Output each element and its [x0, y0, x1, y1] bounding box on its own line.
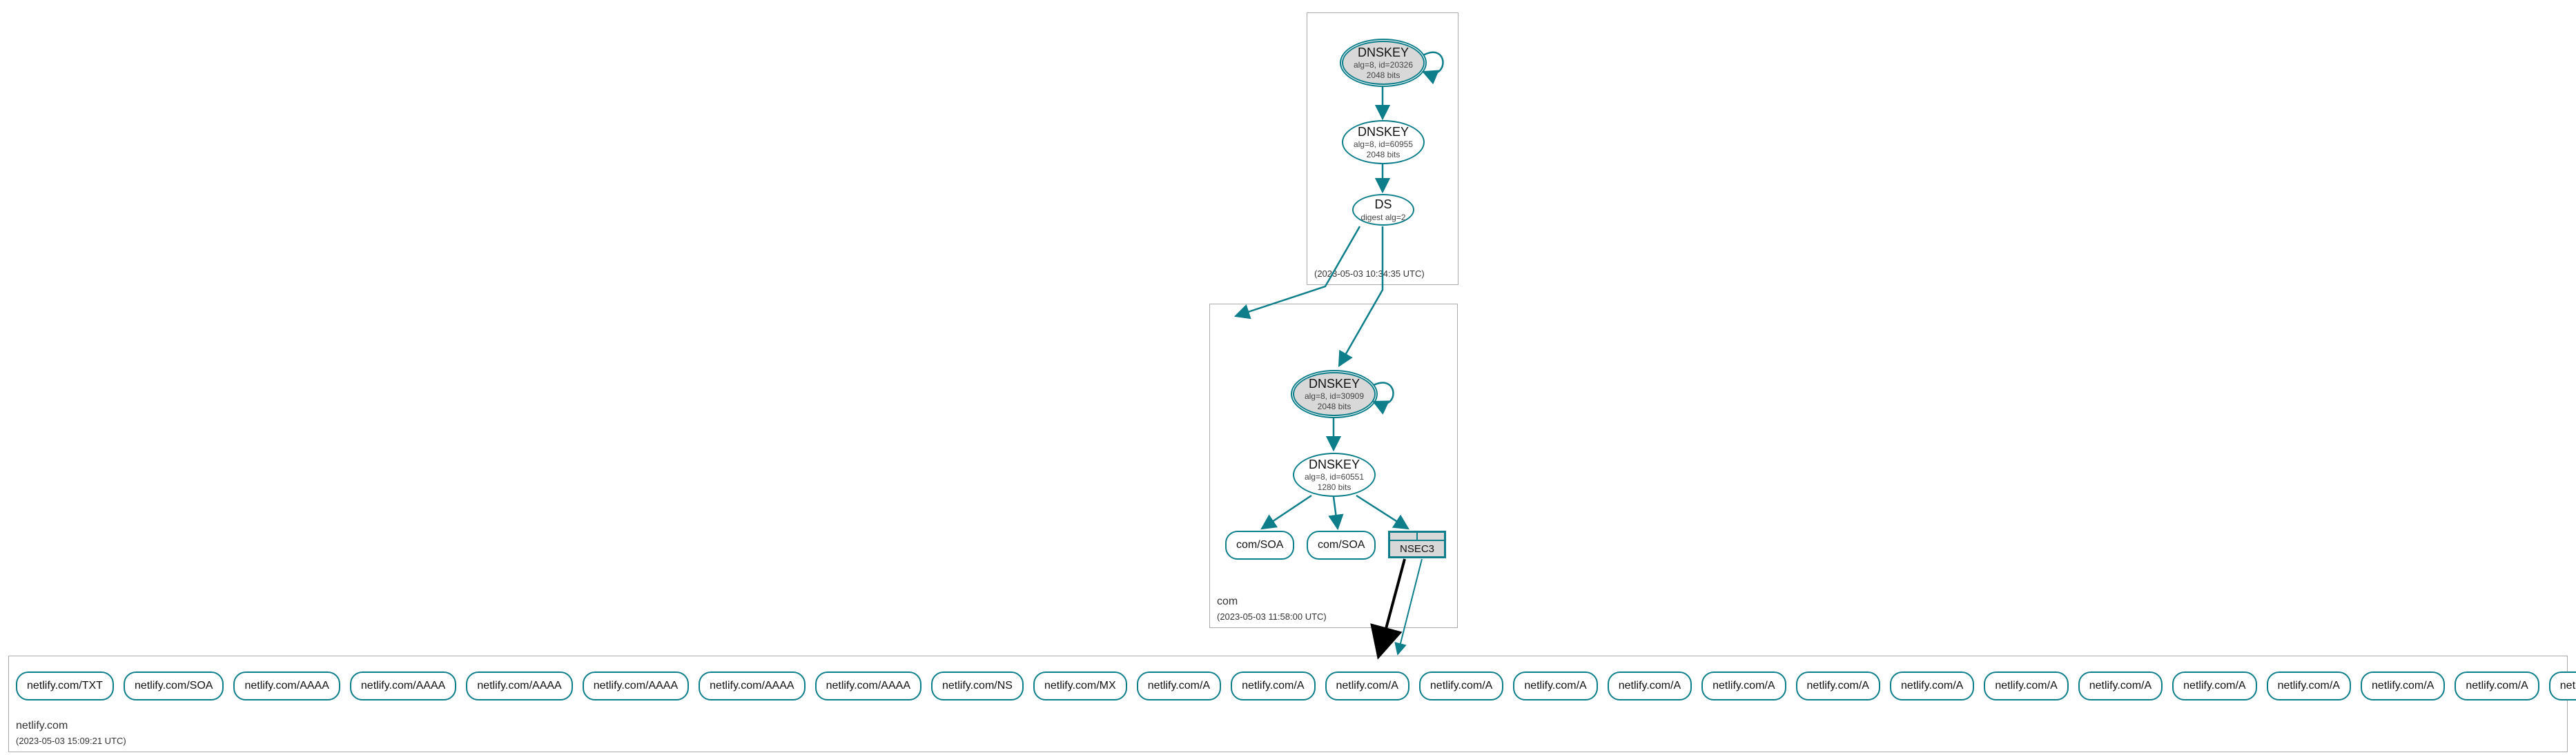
node-root-ksk: DNSKEY alg=8, id=20326 2048 bits [1342, 41, 1425, 85]
node-alg: digest alg=2 [1360, 213, 1405, 222]
record-node: netlify.com/AAAA [466, 671, 572, 700]
record-node: netlify.com/A [2267, 671, 2351, 700]
node-title: DS [1374, 197, 1392, 213]
node-title: DNSKEY [1309, 458, 1360, 473]
node-alg: alg=8, id=20326 [1354, 60, 1413, 70]
records-row: netlify.com/TXT netlify.com/SOA netlify.co… [16, 671, 2560, 700]
node-root-ds: DS digest alg=2 [1352, 194, 1414, 226]
node-bits: 2048 bits [1367, 70, 1401, 80]
record-node: netlify.com/AAAA [583, 671, 689, 700]
record-node: netlify.com/NS [931, 671, 1024, 700]
node-com-ksk: DNSKEY alg=8, id=30909 2048 bits [1293, 372, 1376, 416]
zone-root-timestamp: (2023-05-03 10:34:35 UTC) [1314, 268, 1425, 279]
zone-com-label: com [1217, 596, 1238, 608]
node-alg: alg=8, id=30909 [1305, 391, 1364, 401]
node-com-nsec3: NSEC3 [1388, 531, 1446, 558]
node-com-zsk: DNSKEY alg=8, id=60551 1280 bits [1293, 453, 1376, 497]
record-node: netlify.com/A [1419, 671, 1503, 700]
node-title: DNSKEY [1309, 377, 1360, 392]
record-node: netlify.com/A [1231, 671, 1315, 700]
record-node: netlify.com/A [1890, 671, 1974, 700]
record-node: netlify.com/A [2549, 671, 2576, 700]
zone-com: DNSKEY alg=8, id=30909 2048 bits DNSKEY … [1209, 304, 1458, 628]
record-node: netlify.com/SOA [124, 671, 224, 700]
node-title: DNSKEY [1358, 125, 1409, 140]
node-alg: alg=8, id=60551 [1305, 472, 1364, 482]
record-node: netlify.com/A [2361, 671, 2445, 700]
nsec3-cell [1389, 532, 1417, 540]
node-com-soa1: com/SOA [1225, 531, 1294, 560]
record-node: netlify.com/A [1513, 671, 1597, 700]
zone-root: DNSKEY alg=8, id=20326 2048 bits DNSKEY … [1307, 12, 1458, 285]
record-node: netlify.com/A [1984, 671, 2068, 700]
zone-netlify: netlify.com/TXT netlify.com/SOA netlify.co… [8, 656, 2568, 752]
record-node: netlify.com/AAAA [233, 671, 340, 700]
zone-netlify-timestamp: (2023-05-03 15:09:21 UTC) [16, 736, 126, 746]
node-title: DNSKEY [1358, 46, 1409, 61]
node-bits: 2048 bits [1318, 402, 1352, 411]
node-bits: 1280 bits [1318, 482, 1352, 492]
record-node: netlify.com/A [1325, 671, 1409, 700]
node-root-zsk: DNSKEY alg=8, id=60955 2048 bits [1342, 120, 1425, 164]
record-node: netlify.com/AAAA [350, 671, 456, 700]
record-node: netlify.com/A [2078, 671, 2163, 700]
zone-netlify-label: netlify.com [16, 720, 68, 732]
nsec3-cell [1417, 532, 1445, 540]
record-node: netlify.com/A [1608, 671, 1692, 700]
record-node: netlify.com/AAAA [815, 671, 921, 700]
record-node: netlify.com/A [2172, 671, 2256, 700]
record-node: netlify.com/AAAA [699, 671, 805, 700]
record-node: netlify.com/TXT [16, 671, 114, 700]
node-com-soa2: com/SOA [1307, 531, 1376, 560]
zone-com-timestamp: (2023-05-03 11:58:00 UTC) [1217, 611, 1327, 622]
record-node: netlify.com/A [2455, 671, 2539, 700]
node-alg: alg=8, id=60955 [1354, 139, 1413, 149]
record-node: netlify.com/A [1137, 671, 1221, 700]
record-node: netlify.com/A [1796, 671, 1880, 700]
node-bits: 2048 bits [1367, 150, 1401, 159]
record-node: netlify.com/MX [1033, 671, 1127, 700]
record-node: netlify.com/A [1701, 671, 1786, 700]
nsec3-label: NSEC3 [1389, 540, 1445, 557]
